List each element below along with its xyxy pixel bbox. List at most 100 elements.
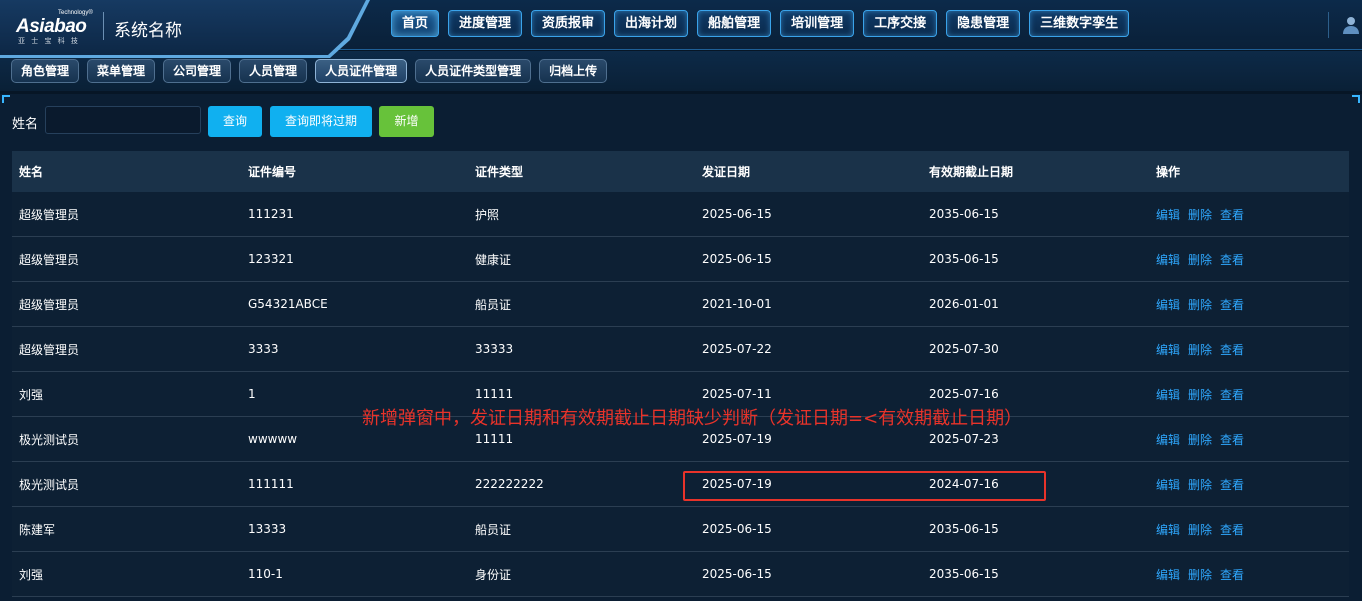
- cell-actions: 编辑 删除 查看: [1149, 566, 1349, 583]
- view-link[interactable]: 查看: [1220, 566, 1244, 583]
- panel-corner-top-right: [1352, 95, 1360, 103]
- name-filter-input[interactable]: [45, 106, 201, 134]
- cell-issue-date: 2025-07-22: [702, 342, 772, 356]
- column-header-cert-type: 证件类型: [475, 165, 524, 179]
- tab-certificate-type[interactable]: 人员证件类型管理: [415, 59, 532, 83]
- cell-expiry-date: 2035-06-15: [929, 522, 999, 536]
- logo-brand-text: Asiabao: [16, 16, 87, 37]
- cell-issue-date: 2021-10-01: [702, 297, 772, 311]
- column-header-cert-no: 证件编号: [248, 165, 297, 179]
- nav-item-qualification[interactable]: 资质报审: [531, 10, 606, 37]
- panel-corner-top-left: [2, 95, 10, 103]
- nav-item-progress[interactable]: 进度管理: [448, 10, 523, 37]
- delete-link[interactable]: 删除: [1188, 206, 1212, 223]
- logo-sub-text: 亚 士 宝 科 技: [18, 37, 80, 45]
- cell-expiry-date: 2025-07-23: [929, 432, 999, 446]
- delete-link[interactable]: 删除: [1188, 431, 1212, 448]
- cell-issue-date: 2025-06-15: [702, 252, 772, 266]
- edit-link[interactable]: 编辑: [1156, 566, 1180, 583]
- query-expiring-button[interactable]: 查询即将过期: [270, 106, 372, 137]
- tab-company-management[interactable]: 公司管理: [163, 59, 232, 83]
- delete-link[interactable]: 删除: [1188, 566, 1212, 583]
- view-link[interactable]: 查看: [1220, 251, 1244, 268]
- table-row: 刘强 110-1 身份证 2025-06-15 2035-06-15 编辑 删除 查看: [12, 552, 1349, 597]
- cell-cert-type: 33333: [475, 342, 514, 356]
- view-link[interactable]: 查看: [1220, 296, 1244, 313]
- cell-name: 超级管理员: [19, 342, 80, 357]
- cell-actions: 编辑 删除 查看: [1149, 521, 1349, 538]
- edit-link[interactable]: 编辑: [1156, 386, 1180, 403]
- delete-link[interactable]: 删除: [1188, 386, 1212, 403]
- cell-actions: 编辑 删除 查看: [1149, 386, 1349, 403]
- nav-item-handover[interactable]: 工序交接: [863, 10, 938, 37]
- cell-issue-date: 2025-06-15: [702, 207, 772, 221]
- cell-cert-type: 护照: [475, 207, 500, 222]
- name-filter-label: 姓名: [12, 117, 39, 132]
- table-row: 极光测试员 111111 222222222 2025-07-19 2024-07-16…: [12, 462, 1349, 507]
- column-header-expiry-date: 有效期截止日期: [929, 165, 1014, 179]
- query-button[interactable]: 查询: [208, 106, 262, 137]
- cell-cert-type: 11111: [475, 387, 514, 401]
- nav-item-training[interactable]: 培训管理: [780, 10, 855, 37]
- cell-actions: 编辑 删除 查看: [1149, 476, 1349, 493]
- cell-actions: 编辑 删除 查看: [1149, 341, 1349, 358]
- delete-link[interactable]: 删除: [1188, 251, 1212, 268]
- header-right-divider: [1328, 12, 1329, 38]
- nav-item-hazard[interactable]: 隐患管理: [946, 10, 1021, 37]
- cell-name: 超级管理员: [19, 297, 80, 312]
- column-header-actions: 操作: [1156, 165, 1181, 179]
- annotation-text: 新增弹窗中，发证日期和有效期截止日期缺少判断（发证日期=<有效期截止日期）: [362, 408, 1023, 429]
- edit-link[interactable]: 编辑: [1156, 341, 1180, 358]
- cell-issue-date: 2025-07-11: [702, 387, 772, 401]
- cell-cert-no: G54321ABCE: [248, 297, 328, 311]
- edit-link[interactable]: 编辑: [1156, 521, 1180, 538]
- edit-link[interactable]: 编辑: [1156, 431, 1180, 448]
- view-link[interactable]: 查看: [1220, 431, 1244, 448]
- cell-actions: 编辑 删除 查看: [1149, 251, 1349, 268]
- table-row: 超级管理员 123321 健康证 2025-06-15 2035-06-15 编辑 删除 查看: [12, 237, 1349, 282]
- table-header: 姓名 证件编号 证件类型 发证日期 有效期截止日期 操作: [12, 151, 1349, 192]
- cell-cert-type: 11111: [475, 432, 514, 446]
- cell-cert-type: 身份证: [475, 567, 512, 582]
- cell-cert-no: 111111: [248, 477, 294, 491]
- cell-name: 极光测试员: [19, 432, 80, 447]
- edit-link[interactable]: 编辑: [1156, 476, 1180, 493]
- system-name: 系统名称: [114, 21, 182, 41]
- nav-item-digital-twin[interactable]: 三维数字孪生: [1029, 10, 1130, 37]
- cell-cert-no: 3333: [248, 342, 279, 356]
- add-button[interactable]: 新增: [379, 106, 434, 137]
- cell-name: 极光测试员: [19, 477, 80, 492]
- delete-link[interactable]: 删除: [1188, 296, 1212, 313]
- edit-link[interactable]: 编辑: [1156, 251, 1180, 268]
- column-header-issue-date: 发证日期: [702, 165, 751, 179]
- delete-link[interactable]: 删除: [1188, 341, 1212, 358]
- nav-item-ship[interactable]: 船舶管理: [697, 10, 772, 37]
- company-logo: Technology® Asiabao 亚 士 宝 科 技: [16, 10, 96, 45]
- view-link[interactable]: 查看: [1220, 521, 1244, 538]
- edit-link[interactable]: 编辑: [1156, 206, 1180, 223]
- cell-name: 陈建军: [19, 522, 56, 537]
- view-link[interactable]: 查看: [1220, 476, 1244, 493]
- cell-cert-no: 123321: [248, 252, 294, 266]
- delete-link[interactable]: 删除: [1188, 476, 1212, 493]
- nav-item-home[interactable]: 首页: [391, 10, 440, 37]
- delete-link[interactable]: 删除: [1188, 521, 1212, 538]
- tab-menu-management[interactable]: 菜单管理: [87, 59, 156, 83]
- view-link[interactable]: 查看: [1220, 341, 1244, 358]
- cell-name: 超级管理员: [19, 252, 80, 267]
- edit-link[interactable]: 编辑: [1156, 296, 1180, 313]
- cell-name: 刘强: [19, 387, 44, 402]
- table-row: 超级管理员 G54321ABCE 船员证 2021-10-01 2026-01-01 编辑…: [12, 282, 1349, 327]
- tab-role-management[interactable]: 角色管理: [11, 59, 80, 83]
- view-link[interactable]: 查看: [1220, 386, 1244, 403]
- tab-personnel-certificate[interactable]: 人员证件管理: [315, 59, 408, 83]
- tab-personnel-management[interactable]: 人员管理: [239, 59, 308, 83]
- cell-expiry-date: 2025-07-16: [929, 387, 999, 401]
- view-link[interactable]: 查看: [1220, 206, 1244, 223]
- cell-expiry-date: 2025-07-30: [929, 342, 999, 356]
- cell-expiry-date: 2026-01-01: [929, 297, 999, 311]
- user-icon[interactable]: [1340, 14, 1362, 36]
- tab-archive-upload[interactable]: 归档上传: [539, 59, 608, 83]
- nav-item-sea-plan[interactable]: 出海计划: [614, 10, 689, 37]
- cell-issue-date: 2025-06-15: [702, 522, 772, 536]
